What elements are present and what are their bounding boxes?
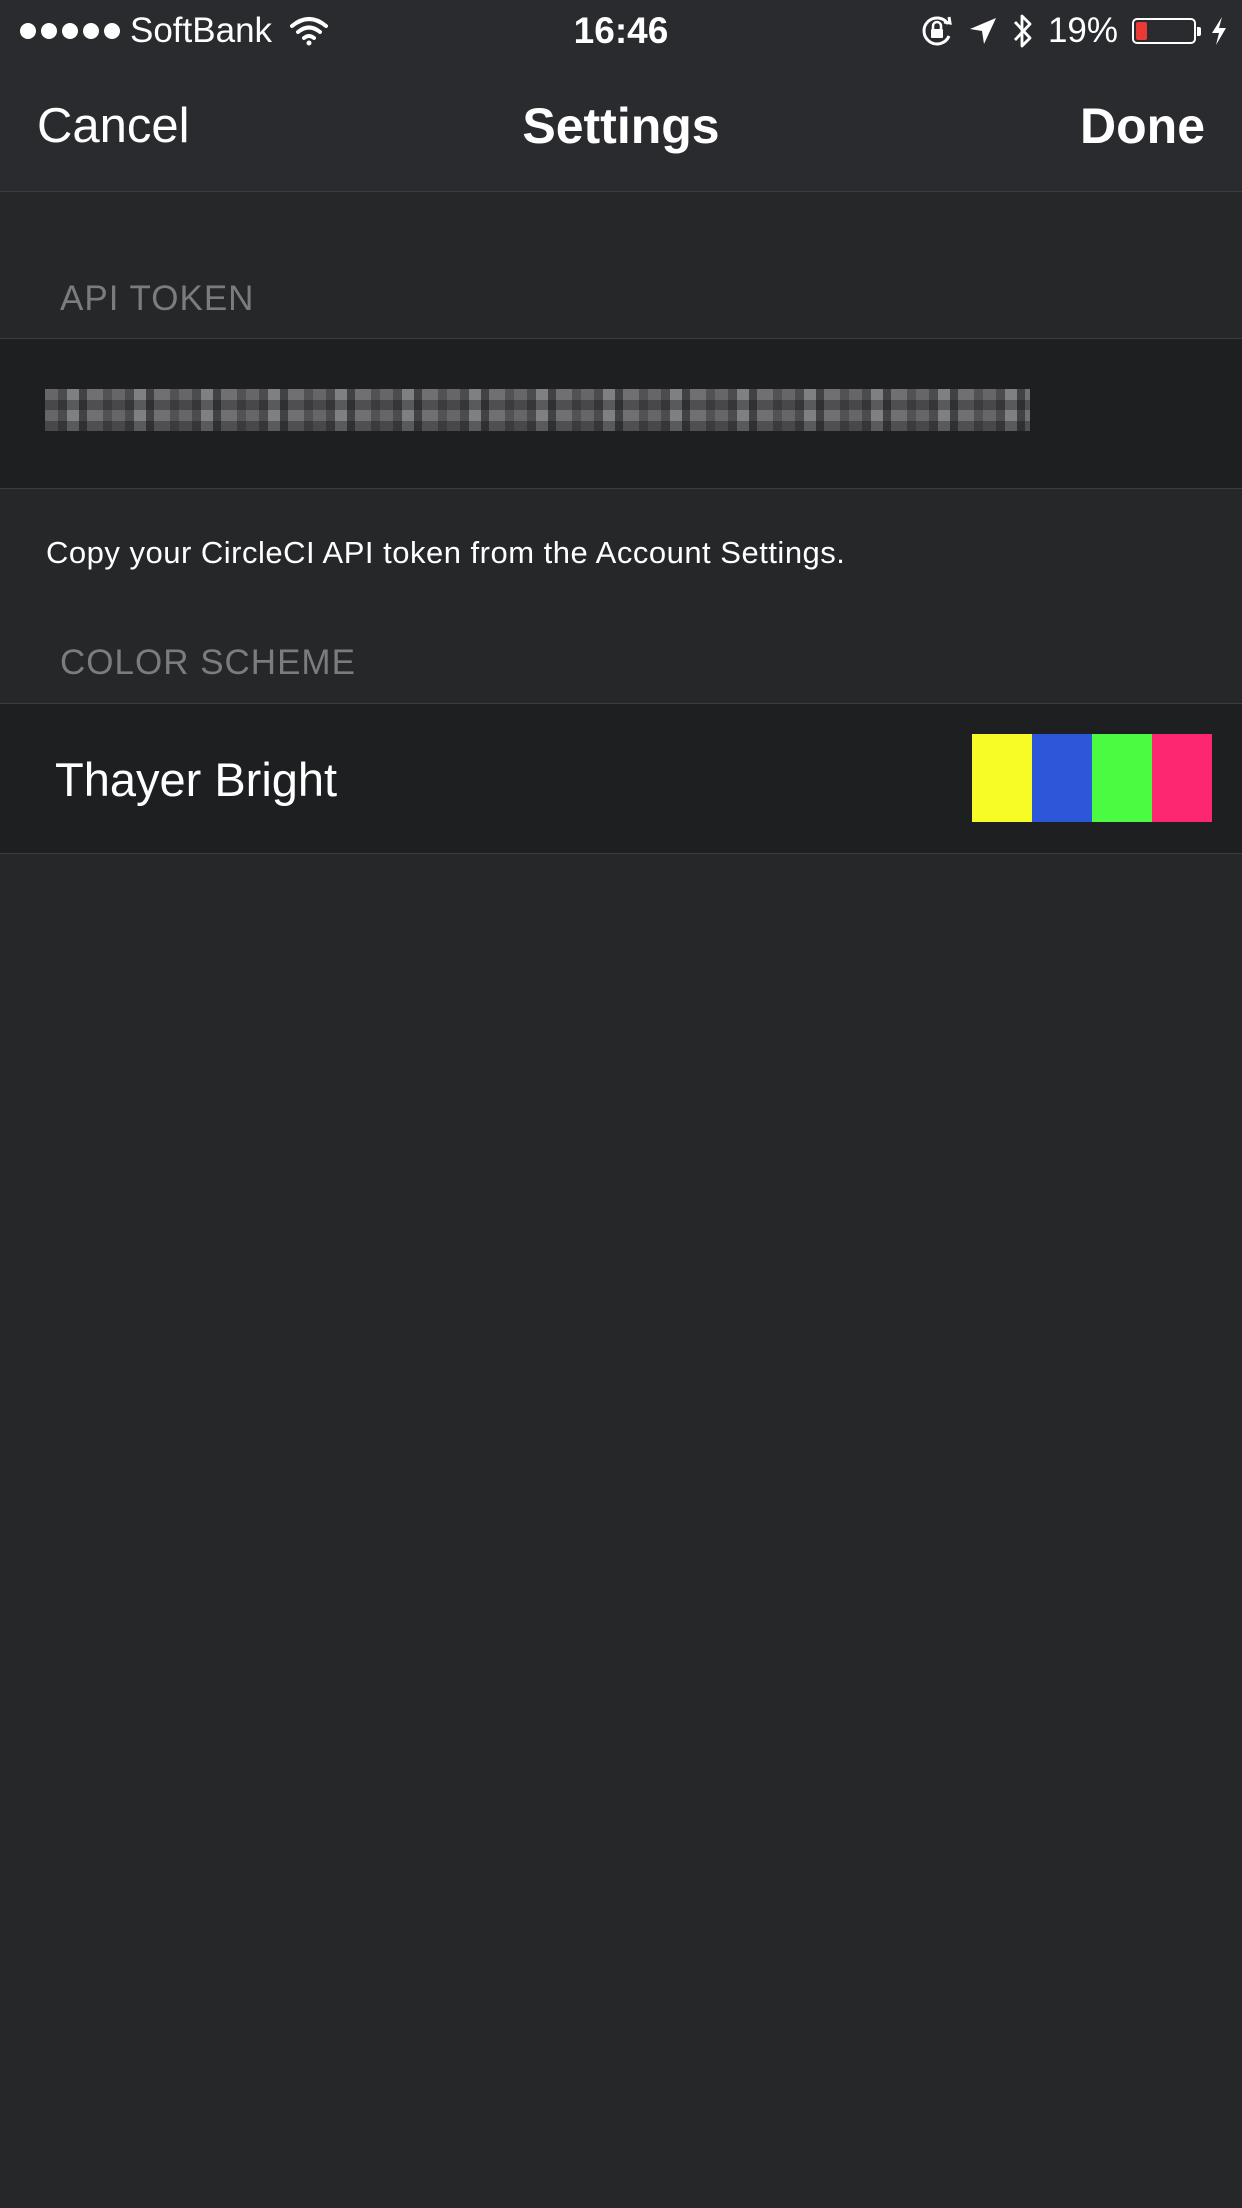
status-right: 19% xyxy=(920,8,1228,54)
color-swatch xyxy=(972,734,1032,822)
api-token-obscured-value xyxy=(45,389,1030,431)
done-button[interactable]: Done xyxy=(1080,96,1205,156)
location-arrow-icon xyxy=(968,16,998,46)
battery-percent: 19% xyxy=(1047,11,1118,50)
charging-bolt-icon xyxy=(1210,16,1228,46)
navigation-bar: Cancel Settings Done xyxy=(0,60,1242,192)
cancel-button[interactable]: Cancel xyxy=(37,96,190,156)
color-swatch xyxy=(1152,734,1212,822)
api-token-section-header: API TOKEN xyxy=(60,279,255,318)
color-swatch xyxy=(1092,734,1152,822)
battery-icon xyxy=(1132,18,1201,44)
color-scheme-row[interactable]: Thayer Bright xyxy=(0,703,1242,854)
status-bar: SoftBank 16:46 19% xyxy=(0,0,1242,60)
bluetooth-icon xyxy=(1012,12,1034,50)
orientation-lock-icon xyxy=(920,14,954,48)
color-swatch xyxy=(1032,734,1092,822)
color-scheme-name: Thayer Bright xyxy=(55,753,338,806)
api-token-footer-hint: Copy your CircleCI API token from the Ac… xyxy=(46,535,846,570)
api-token-field[interactable] xyxy=(0,338,1242,489)
color-scheme-section-header: COLOR SCHEME xyxy=(60,643,356,682)
color-scheme-swatches xyxy=(972,734,1212,822)
